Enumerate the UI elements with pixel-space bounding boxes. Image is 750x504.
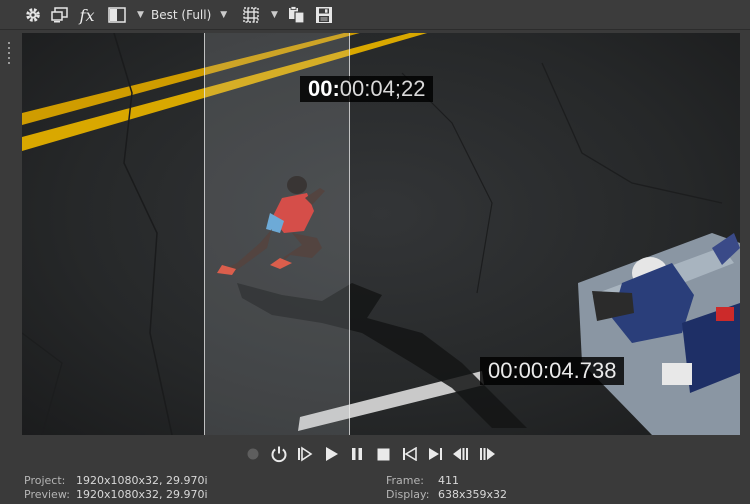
display-row: Display: 638x359x32 xyxy=(386,488,507,502)
preview-window-icon[interactable] xyxy=(50,5,70,25)
project-info: Project: 1920x1080x32, 29.970i Preview: … xyxy=(24,474,208,502)
split-screen-icon[interactable] xyxy=(107,5,127,25)
road-crack xyxy=(541,62,723,204)
timecode-overlay-top: 00:00:04;22 xyxy=(300,76,434,102)
transport-controls xyxy=(240,441,500,467)
project-row: Project: 1920x1080x32, 29.970i xyxy=(24,474,208,488)
pause-icon[interactable] xyxy=(344,441,370,467)
go-to-start-icon[interactable] xyxy=(396,441,422,467)
camera-crew xyxy=(578,233,740,435)
project-label: Project: xyxy=(24,474,66,487)
next-frame-icon[interactable] xyxy=(474,441,500,467)
project-value: 1920x1080x32, 29.970i xyxy=(76,474,208,487)
timecode-overlay-bottom: 00:00:04.738 xyxy=(480,357,625,385)
save-snapshot-icon[interactable] xyxy=(314,5,334,25)
loop-icon[interactable] xyxy=(266,441,292,467)
frame-info: Frame: 411 Display: 638x359x32 xyxy=(386,474,507,502)
road-crack xyxy=(401,72,493,294)
stop-icon[interactable] xyxy=(370,441,396,467)
fx-icon[interactable]: fx xyxy=(77,5,97,25)
play-icon[interactable] xyxy=(318,441,344,467)
copy-snapshot-icon[interactable] xyxy=(287,5,307,25)
record-icon[interactable] xyxy=(240,441,266,467)
grid-dropdown-arrow-icon[interactable]: ▼ xyxy=(271,10,278,20)
grid-overlay-icon[interactable] xyxy=(241,5,261,25)
display-value: 638x359x32 xyxy=(438,488,508,501)
frame-value: 411 xyxy=(438,474,459,487)
preview-quality-value: Best (Full) xyxy=(151,8,212,22)
go-to-end-icon[interactable] xyxy=(422,441,448,467)
drag-handle[interactable] xyxy=(8,42,11,67)
preview-toolbar: fx ▼ Best (Full) ▼ ▼ xyxy=(0,0,750,30)
gear-icon[interactable] xyxy=(23,5,43,25)
video-preview[interactable]: 00:00:04;22 00:00:04.738 xyxy=(22,33,740,435)
previous-frame-icon[interactable] xyxy=(448,441,474,467)
preview-value: 1920x1080x32, 29.970i xyxy=(76,488,208,501)
chevron-down-icon: ▼ xyxy=(220,10,228,20)
frame-row: Frame: 411 xyxy=(386,474,507,488)
road-crack xyxy=(22,332,63,435)
side-panel-grip: ✕ ◀ xyxy=(0,0,20,504)
play-from-start-icon[interactable] xyxy=(292,441,318,467)
preview-quality-select[interactable]: Best (Full) ▼ xyxy=(151,7,227,23)
frame-label: Frame: xyxy=(386,474,424,487)
split-dropdown-arrow-icon[interactable]: ▼ xyxy=(137,10,144,20)
display-label: Display: xyxy=(386,488,430,501)
preview-label: Preview: xyxy=(24,488,70,501)
preview-row: Preview: 1920x1080x32, 29.970i xyxy=(24,488,208,502)
